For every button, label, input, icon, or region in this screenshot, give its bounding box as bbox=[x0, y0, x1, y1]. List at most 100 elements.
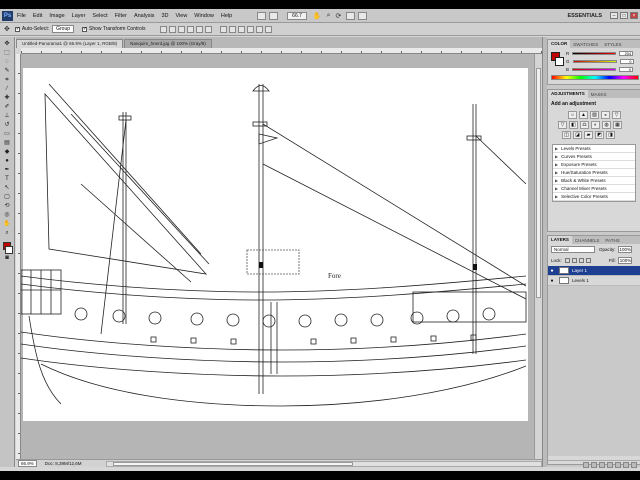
document-tab-nanquim[interactable]: Nanquim_hnerd.jpg @ 100% (Gray/8) bbox=[124, 39, 212, 48]
preset-selective-color[interactable]: ▶ Selective Color Presets bbox=[553, 193, 635, 201]
transform-controls-checkbox[interactable]: ✓ bbox=[82, 26, 87, 32]
selective-color-icon[interactable]: ◨ bbox=[606, 131, 615, 139]
3d-orbit-tool-icon[interactable]: ◎ bbox=[3, 211, 12, 219]
vibrance-triangle-icon[interactable]: ▽ bbox=[558, 121, 567, 129]
healing-brush-tool-icon[interactable]: ✚ bbox=[3, 94, 12, 102]
tab-paths[interactable]: PATHS bbox=[602, 238, 622, 243]
menu-analysis[interactable]: Analysis bbox=[134, 13, 154, 19]
eyedropper-tool-icon[interactable]: ⁄ bbox=[3, 85, 12, 93]
zoom-tool-icon[interactable]: ⌕ bbox=[327, 12, 331, 20]
type-tool-icon[interactable]: T bbox=[3, 175, 12, 183]
color-spectrum-bar[interactable] bbox=[551, 75, 639, 80]
distribute-right-icon[interactable] bbox=[256, 25, 264, 33]
green-value-field[interactable]: 0 bbox=[619, 58, 634, 64]
menu-filter[interactable]: Filter bbox=[115, 13, 127, 19]
status-zoom-field[interactable]: 66.9% bbox=[18, 460, 37, 467]
align-vcenter-icon[interactable] bbox=[169, 25, 177, 33]
photo-filter-icon[interactable]: ◍ bbox=[602, 121, 611, 129]
distribute-left-icon[interactable] bbox=[247, 25, 255, 33]
invert-icon[interactable]: ◫ bbox=[562, 131, 571, 139]
maximize-icon[interactable]: □ bbox=[620, 12, 628, 19]
tab-color[interactable]: COLOR bbox=[548, 40, 571, 48]
marquee-tool-icon[interactable]: ⬚ bbox=[3, 49, 12, 57]
blend-mode-select[interactable]: Normal bbox=[551, 246, 595, 253]
screen-mode-icon[interactable] bbox=[358, 11, 368, 20]
vertical-scroll-thumb[interactable] bbox=[536, 68, 541, 298]
add-mask-icon[interactable] bbox=[599, 462, 605, 468]
arrange-documents-icon[interactable] bbox=[346, 11, 356, 20]
mini-bridge-icon[interactable] bbox=[269, 11, 279, 20]
red-slider[interactable] bbox=[572, 51, 617, 55]
align-bottom-icon[interactable] bbox=[178, 25, 186, 33]
menu-window[interactable]: Window bbox=[194, 13, 214, 19]
align-hcenter-icon[interactable] bbox=[196, 25, 204, 33]
shape-tool-icon[interactable]: ▢ bbox=[3, 193, 12, 201]
minimize-icon[interactable]: – bbox=[610, 12, 618, 19]
opacity-field[interactable]: 100% bbox=[617, 246, 632, 253]
document-size-info[interactable]: Doc: 8,39M/12,6M bbox=[45, 461, 82, 466]
tab-channels[interactable]: CHANNELS bbox=[572, 238, 603, 243]
color-balance-icon[interactable]: ⚖ bbox=[580, 121, 589, 129]
background-color-chip[interactable] bbox=[555, 57, 564, 66]
menu-select[interactable]: Select bbox=[92, 13, 107, 19]
blue-slider[interactable] bbox=[572, 67, 617, 71]
dodge-tool-icon[interactable]: ● bbox=[3, 157, 12, 165]
pen-tool-icon[interactable]: ✒ bbox=[3, 166, 12, 174]
menu-edit[interactable]: Edit bbox=[33, 13, 42, 19]
curves-icon[interactable]: ▧ bbox=[590, 111, 599, 119]
menu-image[interactable]: Image bbox=[49, 13, 64, 19]
zoom-level-select[interactable]: 66.7 bbox=[287, 11, 307, 20]
posterize-icon[interactable]: ◪ bbox=[573, 131, 582, 139]
threshold-icon[interactable]: ▰ bbox=[584, 131, 593, 139]
tab-layers[interactable]: LAYERS bbox=[548, 236, 572, 244]
link-layers-icon[interactable] bbox=[583, 462, 589, 468]
close-icon[interactable]: × bbox=[630, 12, 638, 19]
gradient-tool-icon[interactable]: ▤ bbox=[3, 139, 12, 147]
align-right-icon[interactable] bbox=[205, 25, 213, 33]
background-color-swatch[interactable] bbox=[5, 246, 13, 254]
blur-tool-icon[interactable]: ◆ bbox=[3, 148, 12, 156]
tab-styles[interactable]: STYLES bbox=[601, 42, 624, 47]
hue-saturation-icon[interactable]: ◧ bbox=[569, 121, 578, 129]
green-slider[interactable] bbox=[572, 59, 617, 63]
quick-select-tool-icon[interactable]: ✎ bbox=[3, 67, 12, 75]
distribute-center-icon[interactable] bbox=[229, 25, 237, 33]
tab-masks[interactable]: MASKS bbox=[588, 92, 610, 97]
levels-icon[interactable]: ▲ bbox=[579, 111, 588, 119]
vertical-scrollbar[interactable] bbox=[534, 54, 542, 459]
history-brush-tool-icon[interactable]: ↺ bbox=[3, 121, 12, 129]
new-layer-icon[interactable] bbox=[623, 462, 629, 468]
visibility-eye-icon[interactable]: ● bbox=[548, 278, 556, 284]
auto-select-dropdown[interactable]: Group bbox=[52, 25, 75, 33]
black-white-icon[interactable]: ◐ bbox=[591, 121, 600, 129]
clone-stamp-tool-icon[interactable]: ⊥ bbox=[3, 112, 12, 120]
align-left-icon[interactable] bbox=[187, 25, 195, 33]
zoom-tool-icon[interactable]: ⌕ bbox=[3, 229, 12, 237]
horizontal-scrollbar[interactable] bbox=[105, 460, 542, 467]
blue-value-field[interactable]: 0 bbox=[619, 66, 634, 72]
quick-mask-icon[interactable]: ◙ bbox=[3, 254, 12, 262]
delete-layer-icon[interactable] bbox=[631, 462, 637, 468]
layer-row-levels-1[interactable]: ● Levels 1 bbox=[548, 276, 640, 286]
channel-mixer-icon[interactable]: ▦ bbox=[613, 121, 622, 129]
hand-icon[interactable]: ✋ bbox=[313, 12, 322, 20]
brush-tool-icon[interactable]: ✐ bbox=[3, 103, 12, 111]
lock-pixels-icon[interactable] bbox=[571, 258, 577, 263]
gradient-map-icon[interactable]: ◩ bbox=[595, 131, 604, 139]
menu-layer[interactable]: Layer bbox=[72, 13, 86, 19]
exposure-icon[interactable]: ◒ bbox=[601, 111, 610, 119]
lock-position-icon[interactable] bbox=[578, 258, 584, 263]
lock-transparency-icon[interactable] bbox=[564, 258, 570, 263]
3d-rotate-tool-icon[interactable]: ⟲ bbox=[3, 202, 12, 210]
align-top-icon[interactable] bbox=[160, 25, 168, 33]
layer-row-layer-1[interactable]: ● Layer 1 bbox=[548, 266, 640, 276]
new-adjustment-icon[interactable] bbox=[607, 462, 613, 468]
hand-tool-icon[interactable]: ✋ bbox=[3, 220, 12, 228]
crop-tool-icon[interactable]: ⌗ bbox=[3, 76, 12, 84]
rotate-view-icon[interactable]: ⟳ bbox=[336, 12, 342, 20]
document-canvas[interactable]: Fore bbox=[21, 54, 534, 459]
menu-file[interactable]: File bbox=[17, 13, 26, 19]
lasso-tool-icon[interactable]: ◌ bbox=[3, 58, 12, 66]
layer-style-icon[interactable] bbox=[591, 462, 597, 468]
bridge-icon[interactable] bbox=[257, 11, 267, 20]
